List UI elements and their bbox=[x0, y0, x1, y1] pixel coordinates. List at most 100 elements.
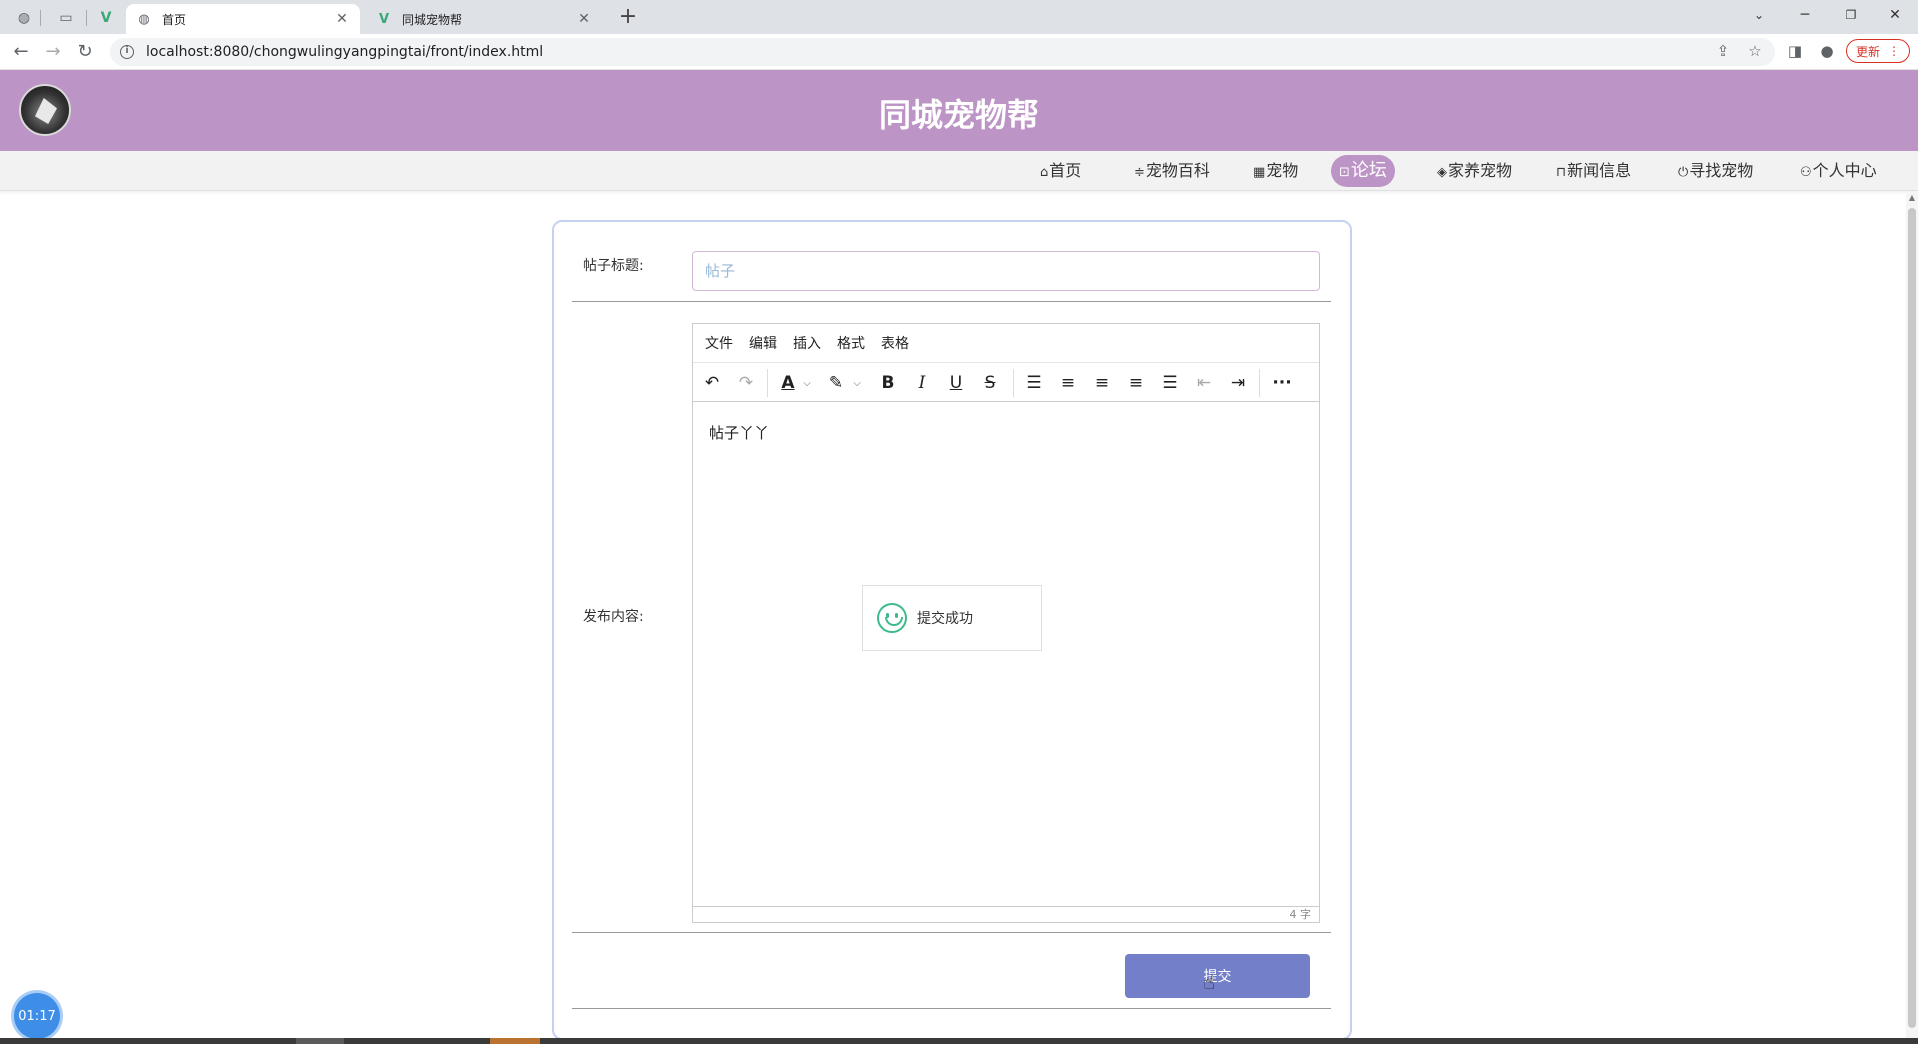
side-panel-icon[interactable]: ◨ bbox=[1782, 38, 1808, 64]
nav-item-profile[interactable]: ⚇个人中心 bbox=[1790, 155, 1887, 187]
menu-file[interactable]: 文件 bbox=[705, 333, 733, 353]
submit-button[interactable]: 提交 bbox=[1125, 954, 1310, 998]
line-height-icon[interactable]: ☰ bbox=[1019, 369, 1049, 397]
italic-icon[interactable]: I bbox=[907, 369, 937, 397]
address-bar: ← → ↻ i localhost:8080/chongwulingyangpi… bbox=[0, 34, 1918, 70]
undo-icon[interactable]: ↶ bbox=[697, 369, 727, 397]
recording-timer[interactable]: 01:17 bbox=[14, 993, 60, 1039]
globe-icon: ◍ bbox=[138, 11, 150, 27]
nav-label: 新闻信息 bbox=[1567, 161, 1632, 180]
divider bbox=[572, 301, 1331, 302]
nav-label: 个人中心 bbox=[1812, 161, 1877, 180]
nav-item-forum[interactable]: ⊡论坛 bbox=[1331, 155, 1395, 187]
url-text: localhost:8080/chongwulingyangpingtai/fr… bbox=[146, 44, 544, 60]
pinned-tab-blank-icon[interactable]: ▭ bbox=[52, 6, 80, 30]
toast-text: 提交成功 bbox=[917, 611, 973, 627]
title-input[interactable] bbox=[692, 251, 1320, 291]
align-center-icon[interactable]: ≡ bbox=[1087, 369, 1117, 397]
toolbar-separator bbox=[767, 369, 768, 397]
update-label: 更新 bbox=[1855, 44, 1880, 59]
strikethrough-icon[interactable]: S bbox=[975, 369, 1005, 397]
nav-label: 家养宠物 bbox=[1448, 161, 1513, 180]
pinned-tab-vue-logo-icon[interactable]: V bbox=[92, 6, 120, 30]
grid-icon: ▦ bbox=[1253, 165, 1266, 180]
text-color-icon[interactable]: A bbox=[773, 369, 803, 397]
menu-format[interactable]: 格式 bbox=[837, 333, 865, 353]
url-omnibox[interactable]: i localhost:8080/chongwulingyangpingtai/… bbox=[110, 38, 1775, 66]
underline-icon[interactable]: U bbox=[941, 369, 971, 397]
bold-icon[interactable]: B bbox=[873, 369, 903, 397]
nav-label: 宠物百科 bbox=[1145, 161, 1210, 180]
nav-item-find-pets[interactable]: ⏻寻找宠物 bbox=[1668, 155, 1763, 187]
site-title: 同城宠物帮 bbox=[878, 96, 1039, 134]
title-label: 帖子标题: bbox=[583, 258, 644, 274]
new-tab-button[interactable]: + bbox=[614, 4, 642, 32]
menu-table[interactable]: 表格 bbox=[881, 333, 909, 353]
tab-separator bbox=[86, 10, 87, 26]
redo-icon[interactable]: ↷ bbox=[731, 369, 761, 397]
book-icon: ⊓ bbox=[1556, 165, 1567, 180]
site-header: 同城宠物帮 bbox=[0, 70, 1918, 151]
restore-icon[interactable]: ❐ bbox=[1828, 0, 1874, 30]
nav-label: 寻找宠物 bbox=[1689, 161, 1754, 180]
divider bbox=[572, 1008, 1331, 1009]
divider bbox=[572, 932, 1331, 933]
pinned-tab-globe-icon[interactable]: ◍ bbox=[10, 6, 38, 30]
nav-label: 首页 bbox=[1049, 161, 1082, 180]
power-icon: ⏻ bbox=[1678, 165, 1689, 180]
more-options-icon[interactable]: ··· bbox=[1267, 369, 1297, 397]
chevron-down-icon[interactable]: ⌵ bbox=[801, 369, 813, 397]
align-justify-icon[interactable]: ☰ bbox=[1155, 369, 1185, 397]
align-right-icon[interactable]: ≡ bbox=[1121, 369, 1151, 397]
nav-item-news[interactable]: ⊓新闻信息 bbox=[1546, 155, 1641, 187]
taskbar-strip bbox=[0, 1038, 1918, 1044]
editor-menubar: 文件 编辑 插入 格式 表格 bbox=[693, 324, 1319, 362]
nav-item-home-pets[interactable]: ◈家养宠物 bbox=[1427, 155, 1522, 187]
align-left-icon[interactable]: ≡ bbox=[1053, 369, 1083, 397]
more-vertical-icon: ⋮ bbox=[1888, 44, 1900, 58]
tab-title: 首页 bbox=[162, 12, 187, 27]
tab-home[interactable]: ◍ 首页 ✕ bbox=[126, 4, 360, 34]
minimize-icon[interactable]: ─ bbox=[1782, 0, 1828, 30]
highlight-color-icon[interactable]: ✎ bbox=[821, 369, 851, 397]
sliders-icon: ≑ bbox=[1134, 165, 1145, 180]
close-window-icon[interactable]: ✕ bbox=[1872, 0, 1918, 30]
chevron-down-icon[interactable]: ⌵ bbox=[851, 369, 863, 397]
tab-title: 同城宠物帮 bbox=[402, 12, 463, 27]
browser-tab-bar: ◍ ▭ V ◍ 首页 ✕ V 同城宠物帮 ✕ + ⌄ ─ ❐ ✕ bbox=[0, 0, 1918, 34]
close-icon[interactable]: ✕ bbox=[576, 11, 592, 27]
site-nav: ⌂首页 ≑宠物百科 ▦宠物 ⊡论坛 ◈家养宠物 ⊓新闻信息 ⏻寻找宠物 ⚇个人中… bbox=[0, 151, 1918, 191]
menu-insert[interactable]: 插入 bbox=[793, 333, 821, 353]
scroll-up-icon[interactable]: ▲ bbox=[1906, 192, 1918, 204]
taskbar-segment bbox=[296, 1038, 344, 1044]
reload-icon[interactable]: ↻ bbox=[72, 39, 98, 65]
editor-content[interactable]: 帖子丫丫 bbox=[709, 422, 769, 443]
outdent-icon[interactable]: ⇤ bbox=[1189, 369, 1219, 397]
tab-search-icon[interactable]: ⌄ bbox=[1736, 0, 1782, 30]
nav-item-home[interactable]: ⌂首页 bbox=[1030, 155, 1091, 187]
site-info-icon[interactable]: i bbox=[120, 45, 134, 59]
nav-item-pets[interactable]: ▦宠物 bbox=[1243, 155, 1308, 187]
nav-item-pet-encyclopedia[interactable]: ≑宠物百科 bbox=[1124, 155, 1220, 187]
tab-separator bbox=[40, 10, 41, 26]
close-icon[interactable]: ✕ bbox=[334, 11, 350, 27]
update-button[interactable]: 更新 ⋮ bbox=[1846, 39, 1910, 63]
tab-site[interactable]: V 同城宠物帮 ✕ bbox=[366, 4, 602, 34]
bookmark-star-icon[interactable]: ☆ bbox=[1742, 38, 1768, 64]
back-arrow-icon[interactable]: ← bbox=[8, 39, 34, 65]
toolbar-separator bbox=[1013, 369, 1014, 397]
indent-icon[interactable]: ⇥ bbox=[1223, 369, 1253, 397]
forward-arrow-icon[interactable]: → bbox=[40, 39, 66, 65]
content-label: 发布内容: bbox=[583, 609, 644, 625]
forum-icon: ⊡ bbox=[1339, 165, 1350, 180]
share-icon[interactable]: ⇪ bbox=[1710, 38, 1736, 64]
editor-toolbar: ↶ ↷ A ⌵ ✎ ⌵ B I U S ☰ ≡ ≡ ≡ ☰ ⇤ ⇥ ··· bbox=[693, 362, 1319, 402]
menu-edit[interactable]: 编辑 bbox=[749, 333, 777, 353]
page-scrollbar[interactable]: ▲ bbox=[1906, 192, 1918, 1044]
smile-icon bbox=[877, 603, 907, 633]
profile-avatar-icon[interactable]: ● bbox=[1814, 38, 1840, 64]
word-count: 4 字 bbox=[693, 906, 1319, 922]
scrollbar-thumb[interactable] bbox=[1908, 208, 1916, 1028]
taskbar-segment bbox=[490, 1038, 540, 1044]
mouse-pointer-icon: ☝ bbox=[1203, 970, 1216, 994]
